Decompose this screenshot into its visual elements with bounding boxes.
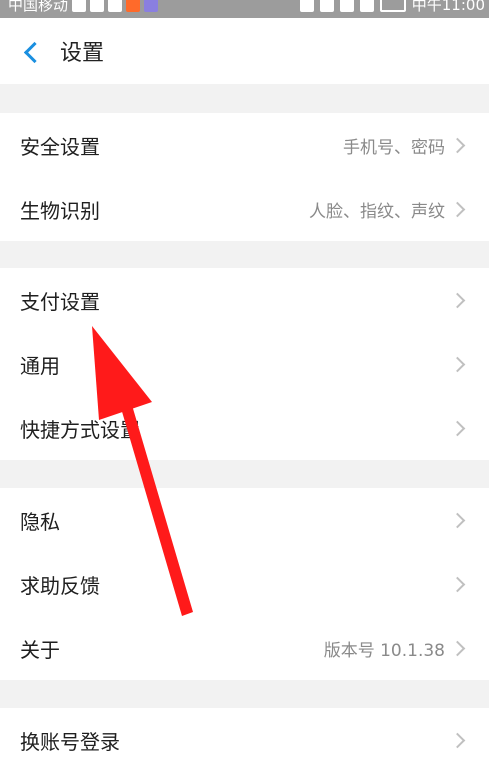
settings-item-payment[interactable]: 支付设置 — [0, 268, 489, 332]
settings-group-account: 安全设置 手机号、密码 生物识别 人脸、指纹、声纹 — [0, 113, 489, 241]
clock-label: 中午11:00 — [411, 0, 485, 14]
chevron-right-icon — [455, 578, 467, 590]
settings-item-label: 通用 — [20, 353, 60, 378]
chevron-right-icon — [455, 514, 467, 526]
settings-item-label: 关于 — [20, 637, 60, 662]
settings-item-label: 换账号登录 — [20, 729, 120, 754]
signal-icon — [359, 0, 374, 12]
status-right: 中午11:00 — [299, 0, 485, 15]
settings-item-general[interactable]: 通用 — [0, 332, 489, 396]
chevron-right-icon — [455, 734, 467, 746]
app-icon-purple — [144, 0, 159, 12]
settings-item-label: 快捷方式设置 — [20, 417, 140, 442]
settings-item-value: 人脸、指纹、声纹 — [309, 201, 445, 222]
settings-item-label: 支付设置 — [20, 289, 100, 314]
settings-item-privacy[interactable]: 隐私 — [0, 488, 489, 552]
chevron-right-icon — [455, 203, 467, 215]
status-bar: 中国移动 中午11:00 — [0, 0, 489, 18]
settings-group-about: 隐私 求助反馈 关于 版本号 10.1.38 — [0, 488, 489, 680]
status-left: 中国移动 — [8, 0, 159, 15]
settings-item-biometrics[interactable]: 生物识别 人脸、指纹、声纹 — [0, 177, 489, 241]
battery-icon — [379, 0, 406, 12]
vibrate-icon — [299, 0, 314, 12]
chevron-right-icon — [455, 139, 467, 151]
settings-item-about[interactable]: 关于 版本号 10.1.38 — [0, 616, 489, 680]
settings-item-value: 手机号、密码 — [343, 137, 445, 158]
header-bar: 设置 — [0, 18, 489, 84]
settings-item-switch-account[interactable]: 换账号登录 — [0, 708, 489, 772]
settings-item-feedback[interactable]: 求助反馈 — [0, 552, 489, 616]
chevron-left-icon[interactable] — [22, 42, 40, 60]
alarm-icon — [319, 0, 334, 12]
settings-item-label: 生物识别 — [20, 198, 100, 223]
wifi-icon — [339, 0, 354, 12]
settings-item-value: 版本号 10.1.38 — [323, 640, 445, 661]
app-icon — [108, 0, 123, 12]
chevron-right-icon — [455, 422, 467, 434]
message-icon — [90, 0, 105, 12]
settings-group-switch-account: 换账号登录 — [0, 708, 489, 772]
settings-item-label: 求助反馈 — [20, 573, 100, 598]
settings-item-shortcuts[interactable]: 快捷方式设置 — [0, 396, 489, 460]
page-title: 设置 — [60, 41, 105, 66]
chevron-right-icon — [455, 642, 467, 654]
chevron-right-icon — [455, 358, 467, 370]
notification-icon — [72, 0, 87, 12]
settings-group-general: 支付设置 通用 快捷方式设置 — [0, 268, 489, 460]
app-icon-orange — [126, 0, 141, 12]
settings-item-security[interactable]: 安全设置 手机号、密码 — [0, 113, 489, 177]
chevron-right-icon — [455, 294, 467, 306]
settings-item-label: 安全设置 — [20, 134, 100, 159]
carrier-label: 中国移动 — [8, 0, 69, 14]
settings-item-label: 隐私 — [20, 509, 60, 534]
